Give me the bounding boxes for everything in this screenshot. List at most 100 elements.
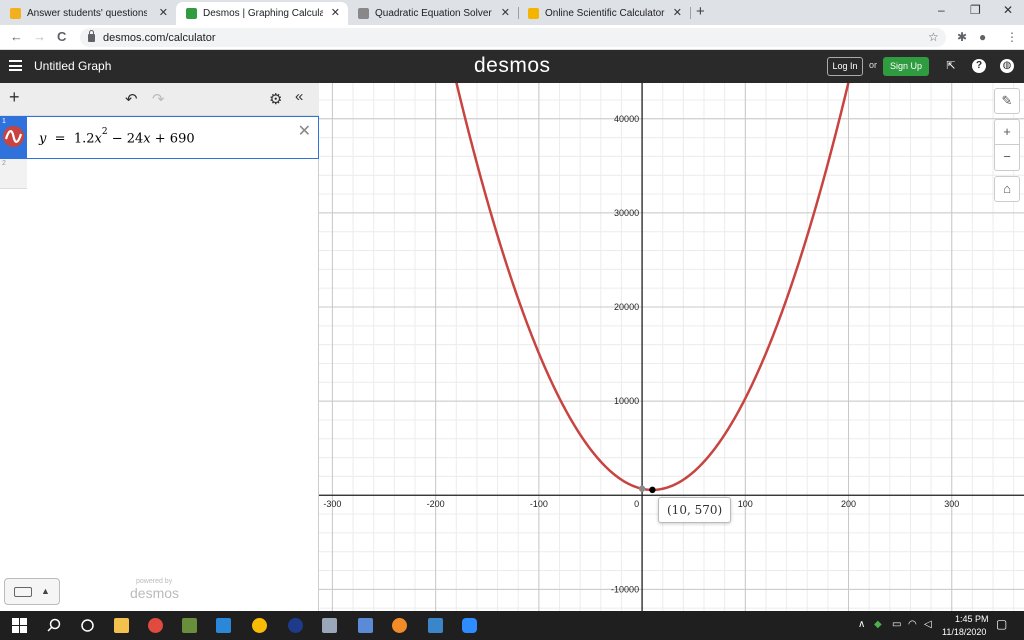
share-icon[interactable]: ⇱ [944,59,958,73]
formula-coef: 1.2 [73,131,95,147]
tray-expand-icon[interactable]: ∧ [858,619,865,630]
battery-icon[interactable]: ▭ [892,619,901,630]
x-tick-label: -300 [323,499,341,509]
clock-time[interactable]: 1:45 PM [955,614,989,624]
browser-tab-answer[interactable]: Answer students' questions and ... ✕ [0,2,176,25]
wifi-icon[interactable]: ◠ [908,619,917,630]
windows-taskbar: ∧ ◆ ▭ ◠ ◁ 1:45 PM 11/18/2020 ▢ [0,611,1024,640]
notifications-icon[interactable]: ▢ [996,617,1007,631]
windows-start-icon[interactable] [12,618,27,633]
graph-paper[interactable]: -300 -200 -100 100 200 300 -10000 10000 20000 300… [319,83,1024,611]
formula-tail: + 690 [154,131,195,147]
point-coordinate-label[interactable]: (10, 570) [658,497,732,523]
graph-toggle-wave-icon[interactable] [3,126,24,147]
or-label: or [869,60,878,70]
app-search-orange-icon[interactable] [392,618,407,633]
login-button[interactable]: Log In [827,57,863,76]
back-button[interactable]: ← [10,29,23,44]
zoom-in-button[interactable]: + [994,119,1020,145]
expression-tab[interactable]: 2 [0,159,27,189]
origin-label: 0 [634,499,639,509]
tab-label: Quadratic Equation Solver [375,8,492,19]
graph-canvas[interactable]: -300 -200 -100 100 200 300 -10000 10000 20000 300… [319,83,1024,611]
minimize-button[interactable]: – [938,3,945,17]
browser-tab-desmos[interactable]: Desmos | Graphing Calculator ✕ [176,2,348,25]
x-tick-label: 200 [841,499,856,509]
language-globe-icon[interactable]: ◍ [1000,59,1014,73]
close-tab-icon[interactable]: ✕ [673,6,682,19]
close-tab-icon[interactable]: ✕ [159,6,168,19]
restore-button[interactable]: ❐ [970,3,981,17]
expression-panel: + ↶ ↷ ⚙ « 1 y = 1.2x2 − 24x + 690 ✕ 2 ▲ … [0,83,319,611]
graph-settings-wrench-icon[interactable]: ✎ [994,88,1020,114]
formula-equals: = [50,131,70,147]
x-tick-label: 300 [944,499,959,509]
lock-icon [88,29,95,42]
app-monitor-icon[interactable] [428,618,443,633]
new-tab-button[interactable]: + [696,3,705,20]
tab-separator [690,7,691,19]
app-pen-icon[interactable] [322,618,337,633]
caret-up-icon: ▲ [41,586,50,596]
parabola-curve [455,83,850,492]
formula-var: x [94,131,102,147]
y-tick-label: 20000 [614,302,639,312]
formula-mid: − 24 [111,131,144,147]
expression-row[interactable]: 1 y = 1.2x2 − 24x + 690 ✕ [0,116,319,159]
quadratic-favicon-icon [358,8,369,19]
mail-icon[interactable] [216,618,231,633]
app-bug-icon[interactable] [358,618,373,633]
formula-lhs: y [39,131,47,147]
y-tick-label: 30000 [614,208,639,218]
forward-button[interactable]: → [33,29,46,44]
chrome-icon[interactable] [252,618,267,633]
zoom-out-button[interactable]: − [994,145,1020,171]
graph-point [649,486,656,494]
collapse-panel-button[interactable]: « [295,88,303,105]
expression-formula[interactable]: y = 1.2x2 − 24x + 690 [39,127,195,147]
bookmark-star-icon[interactable]: ☆ [928,30,939,44]
profile-icon[interactable]: ● [979,30,986,44]
reload-button[interactable]: C [57,29,66,44]
home-icon[interactable]: ⌂ [994,176,1020,202]
expression-tab[interactable]: 1 [0,117,27,158]
zoom-app-icon[interactable] [462,618,477,633]
keyboard-toggle-button[interactable]: ▲ [4,578,60,605]
volume-icon[interactable]: ◁ [924,619,932,630]
tray-app-icon[interactable]: ◆ [874,619,882,630]
hamburger-menu-icon[interactable] [9,60,22,71]
expression-toolbar: + ↶ ↷ ⚙ « [0,83,319,116]
settings-gear-icon[interactable]: ⚙ [269,90,282,108]
expression-index: 2 [2,160,6,167]
tab-label: Desmos | Graphing Calculator [203,8,323,19]
close-tab-icon[interactable]: ✕ [501,6,510,19]
graph-title[interactable]: Untitled Graph [34,59,111,73]
empty-expression-row[interactable]: 2 [0,159,319,189]
redo-button[interactable]: ↷ [152,90,165,108]
browser-toolbar: ← → C desmos.com/calculator ☆ ✱ ● ⋮ [0,25,1024,50]
browser-tab-quadratic[interactable]: Quadratic Equation Solver ✕ [348,2,518,25]
help-icon[interactable]: ? [972,59,986,73]
browser-tab-scientific[interactable]: Online Scientific Calculator ✕ [518,2,690,25]
file-explorer-icon[interactable] [114,618,129,633]
undo-button[interactable]: ↶ [125,90,138,108]
close-tab-icon[interactable]: ✕ [331,6,340,19]
address-bar[interactable]: desmos.com/calculator [80,28,946,47]
search-icon[interactable] [46,618,61,633]
ccleaner-icon[interactable] [148,618,163,633]
clock-date[interactable]: 11/18/2020 [942,627,986,637]
task-view-icon[interactable] [80,618,95,633]
app-shield-icon[interactable] [182,618,197,633]
close-window-button[interactable]: ✕ [1003,3,1013,17]
desmos-header: Untitled Graph desmos Log In or Sign Up … [0,50,1024,83]
browser-tab-strip: Answer students' questions and ... ✕ Des… [0,0,1024,25]
y-tick-label: 10000 [614,396,639,406]
signup-button[interactable]: Sign Up [883,57,929,76]
app-compass-icon[interactable] [288,618,303,633]
extensions-icon[interactable]: ✱ [957,30,967,44]
add-expression-button[interactable]: + [9,87,20,108]
delete-expression-icon[interactable]: ✕ [298,121,311,141]
tab-label: Online Scientific Calculator [545,8,665,19]
chegg-favicon-icon [10,8,21,19]
menu-kebab-icon[interactable]: ⋮ [1006,30,1018,44]
